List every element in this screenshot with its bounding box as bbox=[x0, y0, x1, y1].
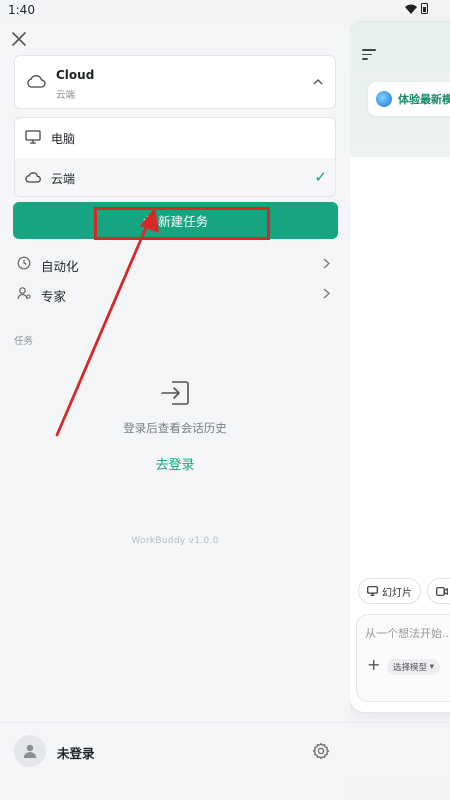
menu-icon[interactable] bbox=[362, 49, 376, 63]
nav-item-expert[interactable]: 专家 bbox=[0, 280, 350, 308]
wifi-icon bbox=[405, 4, 417, 14]
option-cloud[interactable]: 云端 ✓ bbox=[15, 158, 335, 196]
model-logo-icon bbox=[376, 91, 392, 107]
nav-item-automation[interactable]: 自动化 bbox=[0, 250, 350, 278]
close-icon[interactable] bbox=[12, 32, 26, 46]
avatar[interactable] bbox=[14, 735, 46, 767]
login-icon bbox=[161, 381, 189, 405]
gear-icon[interactable] bbox=[312, 742, 330, 760]
chip-slides-label: 幻灯片 bbox=[382, 587, 412, 599]
chip-slides[interactable]: 幻灯片 bbox=[358, 578, 421, 604]
plus-icon: + bbox=[142, 211, 153, 229]
quick-chips: 幻灯片 视 bbox=[358, 578, 450, 604]
model-select-label: 选择模型 bbox=[393, 663, 428, 673]
chevron-right-icon bbox=[323, 288, 330, 299]
nav-automation-label: 自动化 bbox=[41, 259, 79, 274]
section-label-tasks: 任务 bbox=[14, 336, 34, 347]
environment-subtitle: 云端 bbox=[56, 90, 76, 101]
model-select[interactable]: 选择模型 ▾ bbox=[387, 659, 440, 675]
option-computer-label: 电脑 bbox=[51, 132, 76, 146]
main-app-preview[interactable]: 体验最新模 幻灯片 视 从一个想法开始... + 选择模型 ▾ bbox=[350, 22, 450, 712]
status-icons bbox=[405, 3, 428, 14]
version-label: WorkBuddy v1.0.0 bbox=[131, 536, 219, 546]
profile-name[interactable]: 未登录 bbox=[57, 743, 95, 762]
promo-text: 体验最新模 bbox=[398, 93, 450, 106]
chevron-up-icon[interactable] bbox=[313, 78, 323, 85]
chevron-right-icon bbox=[323, 258, 330, 269]
monitor-icon bbox=[367, 586, 378, 596]
cloud-icon bbox=[27, 75, 46, 88]
status-bar: 1:40 bbox=[0, 0, 450, 22]
option-cloud-label: 云端 bbox=[51, 172, 76, 186]
profile-bar: 未登录 bbox=[0, 722, 450, 778]
attach-plus-icon[interactable]: + bbox=[367, 655, 380, 674]
check-icon: ✓ bbox=[314, 168, 327, 186]
new-task-button[interactable]: + 新建任务 bbox=[13, 202, 338, 239]
nav-expert-label: 专家 bbox=[41, 289, 67, 304]
environment-title: Cloud bbox=[56, 68, 95, 82]
battery-icon bbox=[421, 3, 428, 14]
login-link[interactable]: 去登录 bbox=[155, 454, 194, 473]
cloud-icon bbox=[25, 172, 41, 183]
environment-options: 电脑 云端 ✓ bbox=[14, 117, 336, 197]
empty-state: 登录后查看会话历史 去登录 bbox=[0, 380, 350, 473]
option-computer[interactable]: 电脑 bbox=[15, 118, 335, 157]
user-star-icon bbox=[17, 287, 31, 300]
clock-icon bbox=[17, 256, 31, 270]
prompt-input-box[interactable]: 从一个想法开始... + 选择模型 ▾ bbox=[356, 614, 450, 702]
monitor-icon bbox=[25, 130, 41, 144]
promo-chip[interactable]: 体验最新模 bbox=[368, 82, 450, 116]
side-drawer: Cloud 云端 电脑 云端 ✓ + 新建任务 自动化 专家 任务 登录后查看会… bbox=[0, 22, 350, 800]
video-icon bbox=[436, 586, 448, 596]
empty-state-message: 登录后查看会话历史 bbox=[123, 421, 227, 435]
user-icon bbox=[23, 744, 37, 758]
prompt-placeholder: 从一个想法开始... bbox=[365, 627, 450, 640]
status-time: 1:40 bbox=[8, 3, 35, 17]
chip-video[interactable]: 视 bbox=[427, 578, 450, 604]
environment-selector[interactable]: Cloud 云端 bbox=[14, 55, 336, 109]
new-task-label: 新建任务 bbox=[158, 215, 209, 229]
